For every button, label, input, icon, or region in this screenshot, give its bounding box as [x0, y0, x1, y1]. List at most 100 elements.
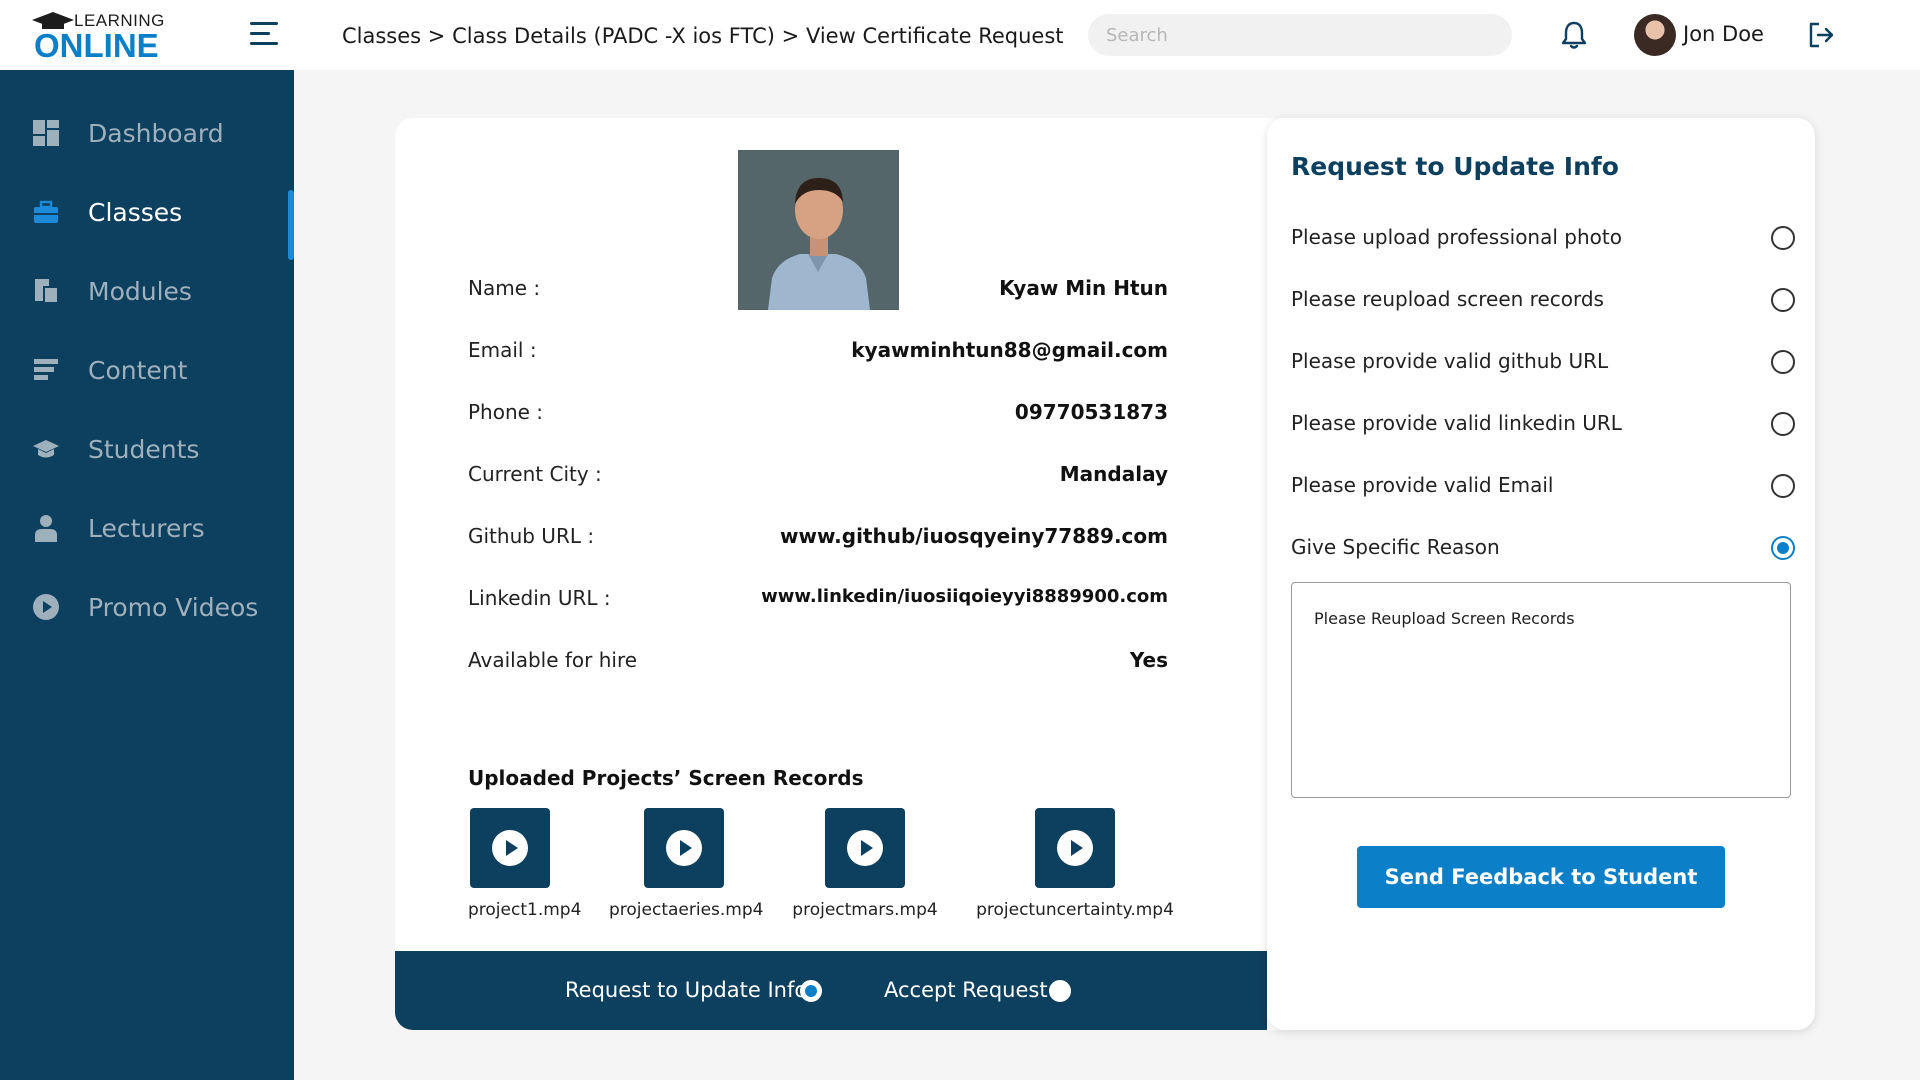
- field-label: Name :: [468, 276, 541, 300]
- avatar[interactable]: [1634, 14, 1676, 56]
- option-label: Please upload professional photo: [1291, 225, 1622, 249]
- request-update-radio[interactable]: [800, 980, 822, 1002]
- sidebar-item-promo-videos[interactable]: Promo Videos: [0, 577, 294, 637]
- option-radio[interactable]: [1771, 536, 1795, 560]
- bell-icon[interactable]: [1560, 20, 1588, 50]
- option-radio[interactable]: [1771, 226, 1795, 250]
- sidebar-item-label: Classes: [88, 198, 183, 227]
- play-icon: [847, 830, 883, 866]
- field-value: Yes: [1129, 648, 1168, 672]
- specific-reason-textarea[interactable]: Please Reupload Screen Records: [1291, 582, 1791, 798]
- field-linkedin-url: Linkedin URL : www.linkedin/iuosiiqoieyy…: [468, 586, 1168, 616]
- field-current-city: Current City : Mandalay: [468, 462, 1168, 492]
- briefcase-icon: [34, 200, 58, 223]
- sidebar-item-dashboard[interactable]: Dashboard: [0, 103, 294, 163]
- video-thumbnail[interactable]: [470, 808, 550, 888]
- sidebar-item-label: Content: [88, 356, 188, 385]
- dashboard-icon: [33, 120, 59, 146]
- video-filename: projectmars.mp4: [792, 900, 938, 920]
- video-item[interactable]: project1.mp4: [468, 808, 582, 920]
- field-github-url: Github URL : www.github/iuosqyeiny77889.…: [468, 524, 1168, 554]
- option-radio[interactable]: [1771, 350, 1795, 374]
- field-value: 09770531873: [1014, 400, 1168, 424]
- video-filename: projectuncertainty.mp4: [976, 900, 1174, 920]
- sidebar-item-content[interactable]: Content: [0, 340, 294, 400]
- decision-footer: Request to Update Info Accept Request: [395, 951, 1267, 1030]
- option-label: Please provide valid Email: [1291, 473, 1554, 497]
- field-label: Phone :: [468, 400, 544, 424]
- sidebar-item-label: Modules: [88, 277, 192, 306]
- field-label: Linkedin URL :: [468, 586, 611, 610]
- panel-title: Request to Update Info: [1291, 152, 1619, 181]
- field-value: kyawminhtun88@gmail.com: [851, 338, 1168, 362]
- field-value: Kyaw Min Htun: [999, 276, 1168, 300]
- play-icon: [666, 830, 702, 866]
- user-name[interactable]: Jon Doe: [1683, 22, 1764, 46]
- field-label: Current City :: [468, 462, 602, 486]
- sidebar-item-label: Lecturers: [88, 514, 205, 543]
- video-filename: project1.mp4: [468, 900, 582, 920]
- modules-icon: [35, 279, 59, 304]
- lecturer-icon: [35, 515, 57, 542]
- linkedin-link[interactable]: www.linkedin/iuosiiqoieyyi8889900.com: [761, 586, 1168, 607]
- video-thumbnail[interactable]: [825, 808, 905, 888]
- screen-records-title: Uploaded Projects’ Screen Records: [468, 766, 864, 790]
- field-email: Email : kyawminhtun88@gmail.com: [468, 338, 1168, 368]
- option-radio[interactable]: [1771, 412, 1795, 436]
- update-info-panel: Request to Update Info Please upload pro…: [1267, 118, 1815, 1030]
- option-radio[interactable]: [1771, 474, 1795, 498]
- sidebar-item-modules[interactable]: Modules: [0, 261, 294, 321]
- graduation-cap-icon: [33, 440, 59, 458]
- content-icon: [34, 359, 58, 380]
- option-valid-email[interactable]: Please provide valid Email: [1291, 470, 1795, 504]
- sidebar-item-label: Dashboard: [88, 119, 224, 148]
- field-label: Github URL :: [468, 524, 595, 548]
- option-label: Give Specific Reason: [1291, 535, 1500, 559]
- option-github-url[interactable]: Please provide valid github URL: [1291, 346, 1795, 380]
- logout-icon[interactable]: [1806, 20, 1836, 50]
- option-label: Please reupload screen records: [1291, 287, 1604, 311]
- play-circle-icon: [33, 594, 59, 620]
- sidebar-item-classes[interactable]: Classes: [0, 182, 294, 260]
- field-available-for-hire: Available for hire Yes: [468, 648, 1168, 678]
- video-item[interactable]: projectaeries.mp4: [609, 808, 764, 920]
- sidebar-item-label: Students: [88, 435, 200, 464]
- accept-request-option-label[interactable]: Accept Request: [884, 978, 1048, 1002]
- option-radio[interactable]: [1771, 288, 1795, 312]
- top-bar: LEARNING ONLINE Classes > Class Details …: [0, 0, 1920, 70]
- send-feedback-button[interactable]: Send Feedback to Student: [1357, 846, 1725, 908]
- option-reupload-records[interactable]: Please reupload screen records: [1291, 284, 1795, 318]
- play-icon: [1057, 830, 1093, 866]
- field-name: Name : Kyaw Min Htun: [468, 276, 1168, 306]
- video-thumbnail[interactable]: [1035, 808, 1115, 888]
- sidebar-item-label: Promo Videos: [88, 593, 259, 622]
- breadcrumb-class-details[interactable]: Class Details (PADC -X ios FTC): [452, 24, 775, 48]
- option-upload-photo[interactable]: Please upload professional photo: [1291, 222, 1795, 256]
- breadcrumb-separator: >: [427, 24, 446, 48]
- video-thumbnail[interactable]: [644, 808, 724, 888]
- option-linkedin-url[interactable]: Please provide valid linkedin URL: [1291, 408, 1795, 442]
- github-link[interactable]: www.github/iuosqyeiny77889.com: [780, 524, 1168, 548]
- app-logo[interactable]: LEARNING ONLINE: [28, 10, 168, 64]
- sidebar: Dashboard Classes Modules Content Studen…: [0, 70, 294, 1080]
- breadcrumb-classes[interactable]: Classes: [342, 24, 421, 48]
- video-item[interactable]: projectuncertainty.mp4: [970, 808, 1180, 920]
- sidebar-item-students[interactable]: Students: [0, 419, 294, 479]
- play-icon: [492, 830, 528, 866]
- option-label: Please provide valid github URL: [1291, 349, 1609, 373]
- hamburger-menu-icon[interactable]: [248, 20, 278, 48]
- breadcrumb-separator: >: [781, 24, 800, 48]
- video-filename: projectaeries.mp4: [609, 900, 764, 920]
- active-indicator: [288, 190, 294, 260]
- logo-text-big: ONLINE: [34, 27, 159, 64]
- search-input[interactable]: [1088, 14, 1512, 56]
- accept-request-radio[interactable]: [1049, 980, 1071, 1002]
- option-specific-reason[interactable]: Give Specific Reason: [1291, 532, 1795, 566]
- video-item[interactable]: projectmars.mp4: [790, 808, 940, 920]
- request-update-option-label[interactable]: Request to Update Info: [565, 978, 807, 1002]
- sidebar-item-lecturers[interactable]: Lecturers: [0, 498, 294, 558]
- field-label: Available for hire: [468, 648, 638, 672]
- breadcrumb-view-certificate: View Certificate Request: [805, 24, 1064, 48]
- field-phone: Phone : 09770531873: [468, 400, 1168, 430]
- option-label: Please provide valid linkedin URL: [1291, 411, 1622, 435]
